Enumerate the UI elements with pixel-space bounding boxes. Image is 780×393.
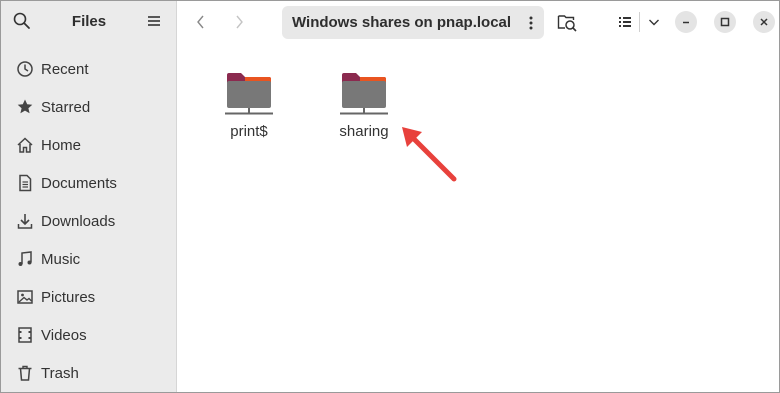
picture-icon	[15, 287, 35, 307]
list-view-icon	[619, 17, 631, 27]
file-manager-window: Files Recent Starred Home Documents Down…	[0, 0, 780, 393]
sidebar-item-label: Documents	[41, 174, 117, 192]
sidebar-item-home[interactable]: Home	[1, 126, 177, 164]
close-button[interactable]	[753, 11, 775, 33]
sidebar-header: Files	[1, 1, 177, 43]
file-view: print$ sharing	[178, 43, 779, 392]
close-icon	[760, 18, 768, 26]
back-button[interactable]	[190, 11, 212, 33]
sidebar-item-videos[interactable]: Videos	[1, 316, 177, 354]
minimize-button[interactable]	[675, 11, 697, 33]
sidebar-item-label: Videos	[41, 326, 87, 344]
chevron-right-icon	[236, 15, 243, 29]
view-options-dropdown[interactable]	[642, 10, 666, 34]
sidebar-item-pictures[interactable]: Pictures	[1, 278, 177, 316]
sidebar-item-label: Music	[41, 250, 81, 268]
current-location-label: Windows shares on pnap.local	[292, 14, 512, 31]
file-name: sharing	[339, 123, 389, 140]
more-options-icon[interactable]	[528, 14, 534, 32]
chevron-down-icon	[649, 19, 659, 26]
hamburger-menu-icon[interactable]	[145, 12, 163, 30]
maximize-icon	[720, 17, 730, 27]
music-icon	[15, 249, 35, 269]
sidebar-places: Recent Starred Home Documents Downloads …	[1, 50, 177, 392]
file-item[interactable]: print$	[204, 71, 294, 140]
minimize-icon	[683, 21, 689, 24]
sidebar-item-trash[interactable]: Trash	[1, 354, 177, 392]
search-folder-button[interactable]	[555, 10, 579, 34]
file-name: print$	[230, 123, 268, 140]
header-bar: Windows shares on pnap.local	[178, 1, 779, 43]
trash-icon	[15, 363, 35, 383]
sidebar-item-label: Home	[41, 136, 82, 154]
clock-icon	[15, 59, 35, 79]
view-button-divider	[639, 12, 640, 32]
sidebar-item-label: Pictures	[41, 288, 96, 306]
sidebar: Files Recent Starred Home Documents Down…	[1, 1, 177, 392]
sidebar-item-music[interactable]: Music	[1, 240, 177, 278]
annotation-arrow-icon	[402, 127, 457, 182]
network-folder-icon	[340, 73, 388, 115]
video-icon	[15, 325, 35, 345]
location-path-bar[interactable]: Windows shares on pnap.local	[282, 6, 544, 39]
sidebar-item-label: Starred	[41, 98, 91, 116]
network-folder-icon	[225, 73, 273, 115]
sidebar-item-label: Trash	[41, 364, 79, 382]
star-icon	[15, 97, 35, 117]
forward-button[interactable]	[228, 11, 250, 33]
download-icon	[15, 211, 35, 231]
folder-search-icon	[557, 15, 577, 32]
sidebar-item-starred[interactable]: Starred	[1, 88, 177, 126]
sidebar-item-label: Downloads	[41, 212, 116, 230]
home-icon	[15, 135, 35, 155]
sidebar-item-label: Recent	[41, 60, 89, 78]
list-view-button[interactable]	[613, 10, 637, 34]
chevron-left-icon	[197, 15, 204, 29]
document-icon	[15, 173, 35, 193]
sidebar-item-downloads[interactable]: Downloads	[1, 202, 177, 240]
sidebar-item-recent[interactable]: Recent	[1, 50, 177, 88]
maximize-button[interactable]	[714, 11, 736, 33]
sidebar-item-documents[interactable]: Documents	[1, 164, 177, 202]
